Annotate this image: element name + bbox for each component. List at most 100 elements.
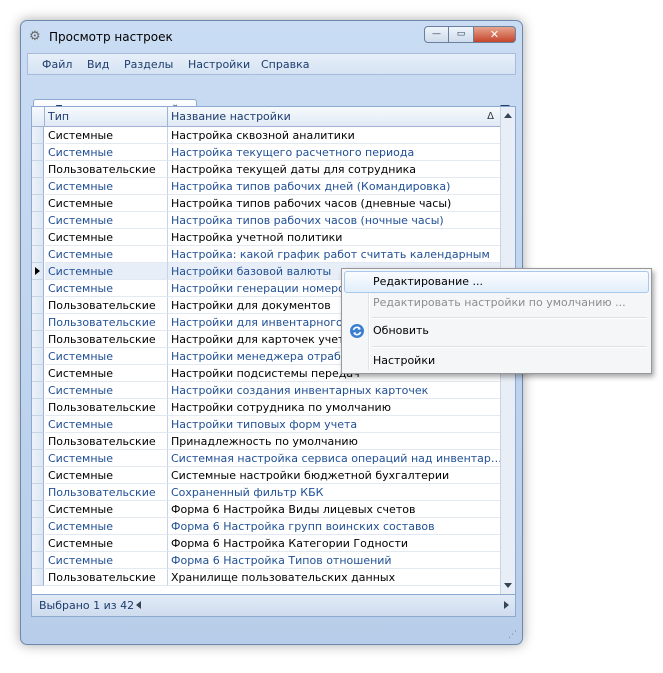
gear-icon: ⚙: [29, 29, 41, 44]
cell-type: Системные: [45, 518, 168, 535]
minimize-button[interactable]: —: [424, 26, 449, 43]
table-row[interactable]: Системные Форма 6 Настройка Категории Год…: [32, 535, 502, 552]
cell-name: Форма 6 Настройка Типов отношений: [168, 552, 502, 569]
cell-name: Форма 6 Настройка Категории Годности: [168, 535, 502, 552]
table-row[interactable]: Системные Форма 6 Настройка групп воински…: [32, 518, 502, 535]
menu-item-refresh[interactable]: Обновить: [344, 320, 649, 342]
menu-item-settings[interactable]: Настройки: [344, 350, 649, 372]
table-row[interactable]: Пользовательские Хранилище пользовательск…: [32, 569, 502, 586]
scroll-right-icon[interactable]: [504, 601, 509, 609]
cell-type: Системные: [45, 382, 168, 399]
row-selector[interactable]: [32, 195, 44, 212]
row-selector[interactable]: [32, 212, 44, 229]
cell-name: Сохраненный фильтр КБК: [168, 484, 502, 501]
table-row[interactable]: Пользовательские Настройка текущей даты д…: [32, 161, 502, 178]
row-selector[interactable]: [32, 144, 44, 161]
table-row[interactable]: Системные Настройка учетной политики: [32, 229, 502, 246]
row-selector[interactable]: [32, 348, 44, 365]
window-title: Просмотр настроек: [49, 30, 173, 44]
table-row[interactable]: Системные Системные настройки бюджетной б…: [32, 467, 502, 484]
maximize-button[interactable]: ▭: [449, 26, 474, 43]
menu-separator: [372, 317, 647, 319]
table-row[interactable]: Системные Настройки типовых форм учета: [32, 416, 502, 433]
row-selector[interactable]: [32, 450, 44, 467]
window-controls: — ▭ ✕: [424, 26, 516, 44]
close-button[interactable]: ✕: [474, 26, 516, 43]
title-bar[interactable]: ⚙ Просмотр настроек — ▭ ✕: [21, 21, 522, 51]
row-selector[interactable]: [32, 433, 44, 450]
row-selector[interactable]: [32, 331, 44, 348]
cell-type: Системные: [45, 535, 168, 552]
row-selector[interactable]: [32, 229, 44, 246]
table-row[interactable]: Системные Настройки создания инвентарных …: [32, 382, 502, 399]
cell-type: Системные: [45, 263, 168, 280]
row-selector[interactable]: [32, 297, 44, 314]
row-selector[interactable]: [32, 484, 44, 501]
row-selector[interactable]: [32, 552, 44, 569]
scroll-down-icon[interactable]: [504, 583, 512, 588]
menu-help[interactable]: Справка: [261, 58, 309, 71]
cell-name: Настройка: какой график работ считать ка…: [168, 246, 502, 263]
menu-sections[interactable]: Разделы: [124, 58, 173, 71]
table-row[interactable]: Системные Настройка типов рабочих часов (…: [32, 195, 502, 212]
menu-separator: [372, 346, 647, 348]
row-selector[interactable]: [32, 416, 44, 433]
cell-type: Пользовательские: [45, 484, 168, 501]
table-row[interactable]: Системные Форма 6 Настройка Типов отношен…: [32, 552, 502, 569]
cell-type: Пользовательские: [45, 331, 168, 348]
cell-name: Системные настройки бюджетной бухгалтери…: [168, 467, 502, 484]
table-row[interactable]: Системные Системная настройка сервиса опе…: [32, 450, 502, 467]
row-selector[interactable]: [32, 246, 44, 263]
column-name-label: Название настройки: [171, 110, 291, 123]
cell-name: Принадлежность по умолчанию: [168, 433, 502, 450]
table-row[interactable]: Системные Настройка сквозной аналитики: [32, 127, 502, 144]
row-selector[interactable]: [32, 263, 44, 280]
table-row[interactable]: Пользовательские Настройки сотрудника по …: [32, 399, 502, 416]
row-selector[interactable]: [32, 280, 44, 297]
table-row[interactable]: Системные Настройка: какой график работ с…: [32, 246, 502, 263]
cell-name: Настройки сотрудника по умолчанию: [168, 399, 502, 416]
column-name-header[interactable]: Название настройки Δ: [168, 107, 502, 126]
cell-type: Системные: [45, 348, 168, 365]
cell-type: Системные: [45, 467, 168, 484]
refresh-icon: [350, 324, 364, 338]
cell-type: Системные: [45, 450, 168, 467]
row-selector[interactable]: [32, 399, 44, 416]
scroll-left-icon[interactable]: [136, 601, 141, 609]
cell-name: Настройка текущей даты для сотрудника: [168, 161, 502, 178]
row-selector[interactable]: [32, 365, 44, 382]
cell-type: Системные: [45, 246, 168, 263]
row-selector[interactable]: [32, 518, 44, 535]
column-type-header[interactable]: Тип: [45, 107, 168, 126]
row-selector[interactable]: [32, 535, 44, 552]
menu-view[interactable]: Вид: [87, 58, 109, 71]
row-selector[interactable]: [32, 314, 44, 331]
table-row[interactable]: Пользовательские Принадлежность по умолча…: [32, 433, 502, 450]
resize-grip-icon[interactable]: ⋰: [508, 630, 518, 640]
grid-header: Тип Название настройки Δ: [32, 107, 502, 127]
row-selector[interactable]: [32, 569, 44, 586]
header-selector[interactable]: [32, 107, 45, 126]
row-selector[interactable]: [32, 467, 44, 484]
row-selector[interactable]: [32, 178, 44, 195]
scroll-up-icon[interactable]: [504, 113, 512, 118]
row-selector[interactable]: [32, 161, 44, 178]
cell-name: Форма 6 Настройка Виды лицевых счетов: [168, 501, 502, 518]
selection-count: Выбрано 1 из 42: [39, 599, 135, 612]
row-selector[interactable]: [32, 382, 44, 399]
menu-bar: Файл Вид Разделы Настройки Справка: [27, 53, 516, 75]
cell-type: Системные: [45, 365, 168, 382]
table-row[interactable]: Системные Настройка типов рабочих дней (К…: [32, 178, 502, 195]
menu-item-edit[interactable]: Редактирование ...: [344, 271, 649, 293]
table-row[interactable]: Системные Форма 6 Настройка Виды лицевых …: [32, 501, 502, 518]
row-selector[interactable]: [32, 127, 44, 144]
cell-type: Системные: [45, 552, 168, 569]
cell-type: Пользовательские: [45, 399, 168, 416]
table-row[interactable]: Системные Настройка текущего расчетного п…: [32, 144, 502, 161]
menu-settings[interactable]: Настройки: [188, 58, 250, 71]
row-selector[interactable]: [32, 501, 44, 518]
menu-file[interactable]: Файл: [42, 58, 72, 71]
table-row[interactable]: Системные Настройка типов рабочих часов (…: [32, 212, 502, 229]
cell-type: Пользовательские: [45, 297, 168, 314]
table-row[interactable]: Пользовательские Сохраненный фильтр КБК: [32, 484, 502, 501]
